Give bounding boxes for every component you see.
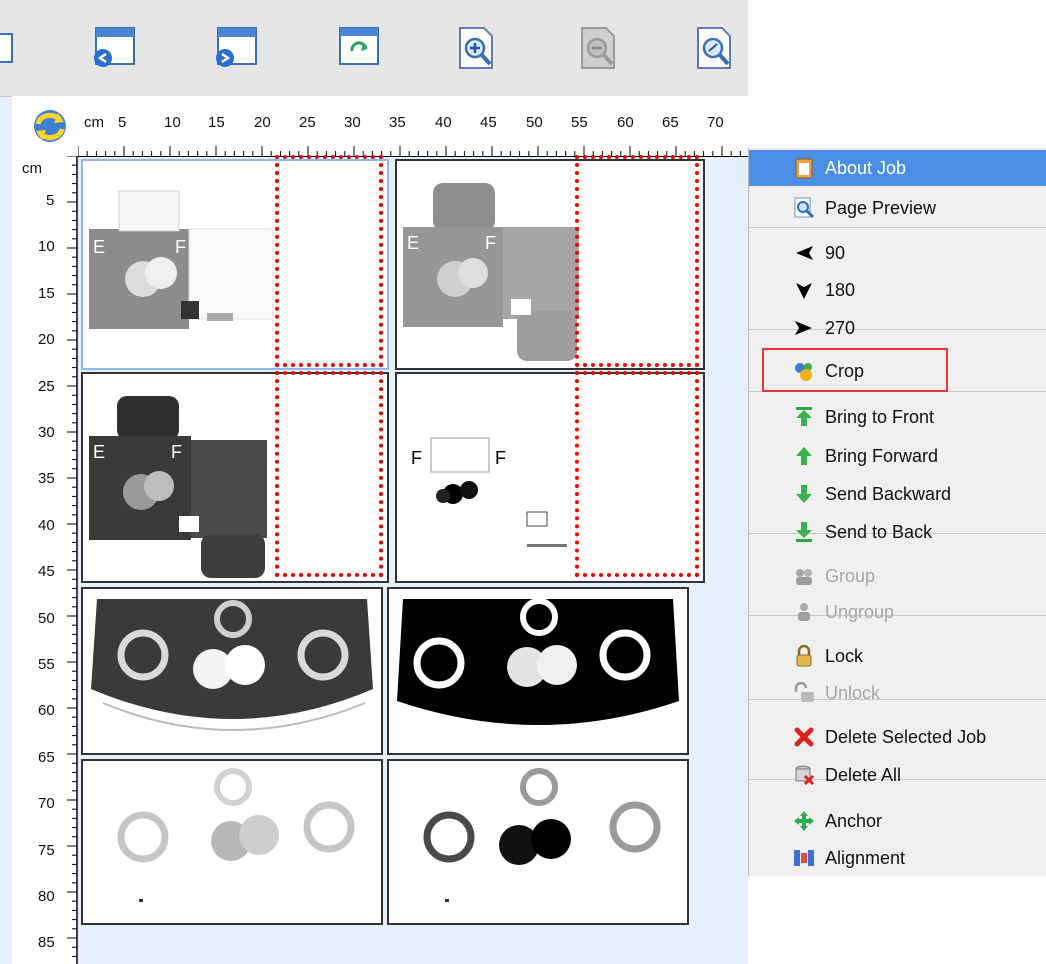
svg-text:F: F [411, 448, 422, 468]
menu-item-anchor[interactable]: Anchor [749, 803, 1046, 839]
menu-item-label: Send Backward [825, 483, 952, 504]
group-icon [793, 565, 815, 587]
menu-item-label: Delete Selected Job [825, 726, 987, 747]
job-tile[interactable] [387, 759, 689, 925]
menu-item-label: Unlock [825, 682, 881, 703]
menu-item-270[interactable]: 270 [749, 310, 1046, 346]
menu-item-label: Delete All [825, 764, 902, 785]
send-back-icon [793, 521, 815, 543]
menu-separator [749, 227, 1046, 228]
menu-item-ungroup: Ungroup [749, 594, 1046, 630]
crop-region [275, 155, 383, 367]
menu-item-page-preview[interactable]: Page Preview [749, 190, 1046, 226]
menu-item-label: 270 [825, 317, 856, 338]
menu-item-label: Send to Back [825, 521, 933, 542]
menu-item-label: Page Preview [825, 197, 937, 218]
svg-text:E: E [407, 233, 419, 253]
menu-item-label: About Job [825, 157, 907, 178]
horizontal-ruler: cm 5 10 15 20 25 30 35 40 45 50 55 60 65 70 [78, 96, 748, 157]
window-back-icon[interactable] [0, 22, 22, 74]
zoom-fit-icon[interactable] [688, 22, 740, 74]
layout-canvas[interactable]: E F E F E F F F [79, 155, 748, 964]
svg-text:F: F [485, 233, 496, 253]
svg-text:E: E [93, 237, 105, 257]
menu-item-bring-to-front[interactable]: Bring to Front [749, 399, 1046, 435]
anchor-icon [793, 810, 815, 832]
magnifier-icon [793, 197, 815, 219]
menu-item-label: Bring to Front [825, 406, 935, 427]
menu-item-label: 180 [825, 279, 856, 300]
context-menu: About Job Page Preview 90 180 270 Crop Bring t… [748, 148, 1046, 876]
job-tile[interactable] [81, 759, 383, 925]
arrow-right-icon [793, 317, 815, 339]
menu-item-send-to-back[interactable]: Send to Back [749, 514, 1046, 550]
menu-item-send-backward[interactable]: Send Backward [749, 476, 1046, 512]
menu-item-label: Ungroup [825, 601, 895, 622]
menu-item-180[interactable]: 180 [749, 272, 1046, 308]
window-back-icon[interactable] [88, 22, 140, 74]
bring-front-icon [793, 406, 815, 428]
menu-item-label: Anchor [825, 810, 883, 831]
menu-item-delete-all[interactable]: Delete All [749, 757, 1046, 793]
menu-item-alignment[interactable]: Alignment [749, 840, 1046, 876]
zoom-in-icon[interactable] [450, 22, 502, 74]
arrow-left-icon [793, 242, 815, 264]
bring-forward-icon [793, 445, 815, 467]
clipboard-icon [793, 157, 815, 179]
alignment-icon [793, 847, 815, 869]
delete-icon [793, 726, 815, 748]
layout-editor: cm 5 10 15 20 25 30 35 40 45 50 55 60 65 70 cm 5 10 15 2… [0, 0, 748, 964]
svg-text:F: F [175, 237, 186, 257]
arrow-down-icon [793, 279, 815, 301]
menu-item-unlock: Unlock [749, 675, 1046, 711]
refresh-icon[interactable] [332, 22, 384, 74]
menu-item-90[interactable]: 90 [749, 235, 1046, 271]
ungroup-icon [793, 601, 815, 623]
crop-region [575, 371, 699, 577]
unlock-icon [793, 682, 815, 704]
vertical-ruler: cm 5 10 15 20 25 30 35 40 45 50 55 60 65 70 75 80 85 [12, 156, 78, 964]
svg-text:F: F [171, 442, 182, 462]
svg-text:E: E [93, 442, 105, 462]
menu-item-label: 90 [825, 242, 846, 263]
menu-item-bring-forward[interactable]: Bring Forward [749, 438, 1046, 474]
swap-orientation-icon[interactable] [28, 106, 72, 151]
menu-item-label: Lock [825, 645, 864, 666]
delete-all-icon [793, 764, 815, 786]
menu-item-about-job[interactable]: About Job [749, 150, 1046, 186]
menu-item-label: Group [825, 565, 876, 586]
menu-item-group: Group [749, 558, 1046, 594]
lock-icon [793, 645, 815, 667]
menu-item-lock[interactable]: Lock [749, 638, 1046, 674]
menu-item-delete-selected-job[interactable]: Delete Selected Job [749, 719, 1046, 755]
svg-text:F: F [495, 448, 506, 468]
toolbar [0, 0, 748, 97]
window-forward-icon[interactable] [210, 22, 262, 74]
zoom-out-icon[interactable] [572, 22, 624, 74]
menu-item-label: Alignment [825, 847, 906, 868]
crop-region [275, 371, 383, 577]
crop-callout-box [762, 348, 948, 392]
crop-region [575, 155, 699, 367]
job-tile[interactable] [81, 587, 383, 755]
menu-item-label: Bring Forward [825, 445, 939, 466]
ruler-corner [12, 96, 78, 156]
job-tile[interactable] [387, 587, 689, 755]
send-backward-icon [793, 483, 815, 505]
